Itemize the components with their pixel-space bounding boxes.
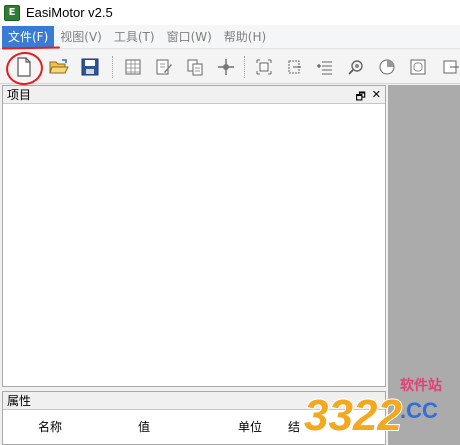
watermark-top-text: 软件站 (400, 377, 442, 394)
menu-bar: 文件(F) 视图(V) 工具(T) 窗口(W) 帮助(H) (0, 25, 460, 49)
toolbar-separator (112, 56, 113, 78)
search-ring-icon[interactable] (345, 56, 367, 78)
node-add-icon[interactable] (253, 56, 275, 78)
column-name[interactable]: 名称 (38, 418, 62, 435)
watermark-logo: 3322 软件站 .CC (300, 368, 460, 445)
watermark-digits: 3322 (304, 391, 402, 440)
property-panel-title: 属性 (7, 394, 32, 408)
menu-window[interactable]: 窗口(W) (161, 26, 218, 48)
export-icon[interactable] (440, 56, 460, 78)
frame-icon[interactable] (407, 56, 429, 78)
menu-help[interactable]: 帮助(H) (218, 26, 272, 48)
toolbar (0, 50, 460, 84)
menu-view[interactable]: 视图(V) (54, 26, 108, 48)
list-add-icon[interactable] (314, 56, 336, 78)
column-value[interactable]: 值 (138, 418, 150, 435)
grid-table-icon[interactable] (122, 56, 144, 78)
app-logo-icon: E (4, 4, 20, 21)
column-unit[interactable]: 单位 (238, 418, 262, 435)
project-panel-header: 项目 🗗 ✕ (3, 86, 385, 104)
watermark-domain: .CC (400, 398, 438, 423)
crosshair-icon[interactable] (215, 56, 237, 78)
copy-doc-icon[interactable] (184, 56, 206, 78)
project-panel-title: 项目 (7, 88, 32, 102)
edit-doc-icon[interactable] (153, 56, 175, 78)
menu-tools[interactable]: 工具(T) (108, 26, 161, 48)
pie-chart-icon[interactable] (376, 56, 398, 78)
title-bar: E EasiMotor v2.5 (0, 0, 460, 25)
restore-icon[interactable]: 🗗 (355, 88, 365, 107)
save-icon[interactable] (79, 56, 101, 78)
close-icon[interactable]: ✕ (372, 88, 381, 107)
project-panel: 项目 🗗 ✕ (2, 85, 386, 387)
window-title: EasiMotor v2.5 (26, 5, 113, 20)
shape-edit-icon[interactable] (283, 56, 305, 78)
column-extra[interactable]: 结 (288, 418, 300, 435)
toolbar-separator (244, 56, 245, 78)
menu-file[interactable]: 文件(F) (2, 25, 55, 48)
open-folder-icon[interactable] (48, 56, 70, 78)
